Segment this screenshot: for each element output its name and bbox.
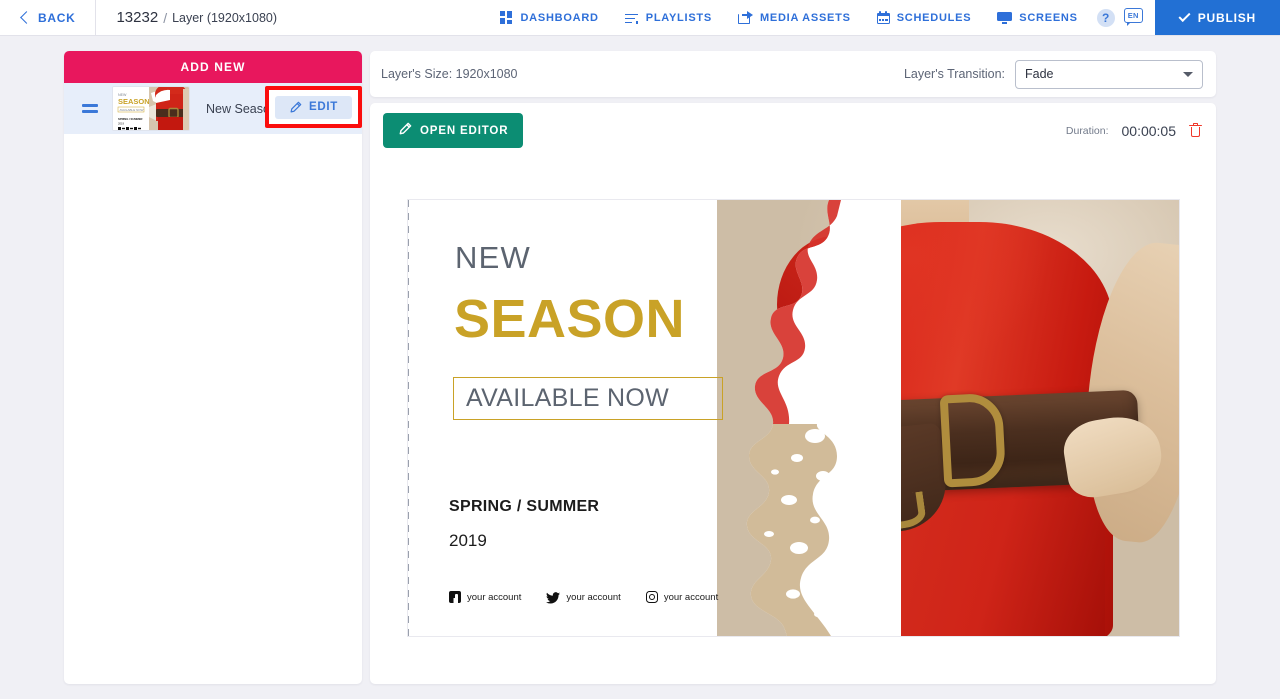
- season-label: SPRING / SUMMER: [449, 498, 599, 516]
- help-icon-label: ?: [1102, 11, 1109, 25]
- paint-splatter-edge-icon: [717, 200, 901, 636]
- add-new-button-label: ADD NEW: [180, 60, 245, 74]
- nav-item-dashboard[interactable]: DASHBOARD: [487, 0, 611, 35]
- layer-thumbnail: NEW SEASON AVAILABLE NOW SPRING / SUMMER…: [112, 86, 190, 131]
- publish-button[interactable]: PUBLISH: [1155, 0, 1280, 35]
- layer-size-label: Layer's Size: 1920x1080: [381, 67, 518, 81]
- headline-large: SEASON: [454, 288, 685, 350]
- social-link-instagram-label: your account: [664, 592, 718, 603]
- creative-preview-wrap: NEW SEASON AVAILABLE NOW SPRING / SUMMER…: [408, 200, 1179, 636]
- nav-item-media-assets[interactable]: MEDIA ASSETS: [725, 0, 864, 35]
- speech-bubble-tail-icon: [1127, 22, 1131, 26]
- help-icon[interactable]: ?: [1097, 9, 1115, 27]
- chevron-down-icon: [1183, 72, 1193, 77]
- nav-item-screens[interactable]: SCREENS: [984, 0, 1090, 35]
- svg-text:SEASON: SEASON: [118, 97, 150, 106]
- social-link-twitter-label: your account: [566, 592, 620, 603]
- duration-group: Duration: 00:00:05: [1066, 123, 1202, 139]
- transition-select-value: Fade: [1025, 67, 1054, 81]
- playlist-icon: [625, 12, 639, 24]
- social-links: your account your account your account: [449, 591, 718, 603]
- twitter-icon: [546, 591, 560, 603]
- add-new-button[interactable]: ADD NEW: [64, 51, 362, 83]
- year-label: 2019: [449, 531, 487, 551]
- layer-editor-panel: OPEN EDITOR Duration: 00:00:05: [370, 103, 1216, 684]
- pencil-icon: [289, 101, 302, 114]
- language-label: EN: [1128, 11, 1139, 20]
- trash-icon[interactable]: [1189, 123, 1202, 138]
- instagram-icon: [646, 591, 658, 603]
- language-selector[interactable]: EN: [1124, 8, 1143, 27]
- layer-transition-label: Layer's Transition:: [904, 67, 1005, 81]
- topbar-spacer: [277, 0, 487, 35]
- social-link-facebook-label: your account: [467, 592, 521, 603]
- creative-canvas[interactable]: NEW SEASON AVAILABLE NOW SPRING / SUMMER…: [408, 200, 1179, 636]
- layer-thumbnail-image: NEW SEASON AVAILABLE NOW SPRING / SUMMER…: [113, 87, 190, 131]
- social-link-facebook: your account: [449, 591, 521, 603]
- availability-badge-label: AVAILABLE NOW: [466, 384, 669, 413]
- social-link-instagram: your account: [646, 591, 718, 603]
- chevron-left-icon: [20, 11, 33, 24]
- nav-item-dashboard-label: DASHBOARD: [520, 12, 598, 24]
- language-bubble-icon: EN: [1124, 8, 1143, 23]
- transition-select[interactable]: Fade: [1015, 60, 1203, 89]
- layer-list-item[interactable]: NEW SEASON AVAILABLE NOW SPRING / SUMMER…: [64, 83, 362, 134]
- nav-item-media-assets-label: MEDIA ASSETS: [760, 12, 851, 24]
- back-button[interactable]: BACK: [0, 0, 96, 35]
- breadcrumb: 13232 / Layer (1920x1080): [96, 0, 277, 35]
- publish-button-label: PUBLISH: [1198, 11, 1256, 25]
- svg-text:2019: 2019: [118, 122, 124, 126]
- back-button-label: BACK: [38, 11, 75, 25]
- top-nav-items: DASHBOARD PLAYLISTS MEDIA ASSETS SCHED: [487, 0, 1154, 35]
- edit-layer-button[interactable]: EDIT: [275, 96, 352, 119]
- editor-toolbar: OPEN EDITOR Duration: 00:00:05: [370, 103, 1216, 158]
- mannequin-photo: [717, 200, 1179, 636]
- svg-text:AVAILABLE NOW: AVAILABLE NOW: [120, 108, 144, 112]
- availability-badge: AVAILABLE NOW: [453, 377, 723, 420]
- edit-layer-button-label: EDIT: [309, 101, 338, 113]
- creative-text-block: NEW SEASON AVAILABLE NOW SPRING / SUMMER…: [408, 200, 748, 636]
- open-editor-button[interactable]: OPEN EDITOR: [383, 113, 523, 148]
- nav-item-schedules[interactable]: SCHEDULES: [864, 0, 985, 35]
- svg-text:SPRING / SUMMER: SPRING / SUMMER: [118, 117, 143, 121]
- breadcrumb-layer-name: Layer (1920x1080): [172, 11, 277, 25]
- edit-button-highlight-box: EDIT: [265, 86, 362, 128]
- nav-item-playlists-label: PLAYLISTS: [646, 12, 712, 24]
- layers-panel: ADD NEW NEW SEASON AVAILABLE NOW SPRING …: [64, 51, 362, 684]
- dashboard-icon: [500, 11, 513, 24]
- nav-item-screens-label: SCREENS: [1019, 12, 1077, 24]
- canvas-left-guide: [408, 200, 409, 636]
- monitor-icon: [997, 12, 1012, 24]
- duration-value: 00:00:05: [1122, 123, 1177, 139]
- check-icon: [1178, 10, 1190, 22]
- top-navigation-bar: BACK 13232 / Layer (1920x1080) DASHBOARD…: [0, 0, 1280, 36]
- calendar-icon: [877, 11, 890, 24]
- headline-small: NEW: [455, 240, 531, 276]
- photo-belt-buckle: [940, 392, 1007, 487]
- breadcrumb-id: 13232: [116, 9, 158, 26]
- pencil-icon: [398, 122, 412, 139]
- nav-item-schedules-label: SCHEDULES: [897, 12, 972, 24]
- facebook-icon: [449, 591, 461, 603]
- layer-properties-bar: Layer's Size: 1920x1080 Layer's Transiti…: [370, 51, 1216, 97]
- nav-item-playlists[interactable]: PLAYLISTS: [612, 0, 725, 35]
- drag-handle-icon[interactable]: [82, 104, 98, 112]
- media-assets-icon: [738, 11, 753, 24]
- social-link-twitter: your account: [546, 591, 620, 603]
- breadcrumb-separator: /: [163, 10, 167, 26]
- open-editor-button-label: OPEN EDITOR: [420, 125, 508, 137]
- duration-label: Duration:: [1066, 125, 1109, 137]
